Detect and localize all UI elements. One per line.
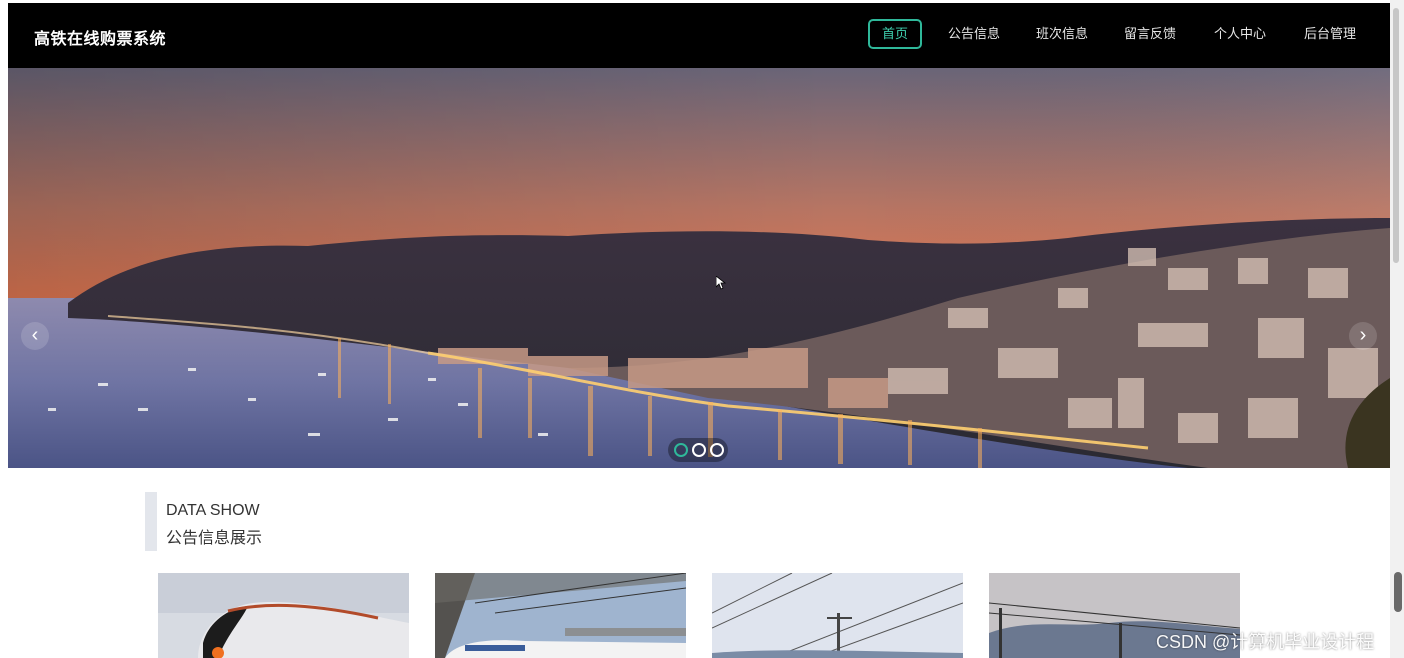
- carousel-indicators: [668, 438, 728, 462]
- scrollbar-thumb[interactable]: [1393, 8, 1399, 263]
- hero-carousel[interactable]: ‹ ›: [8, 68, 1390, 468]
- carousel-dot-2[interactable]: [692, 443, 706, 457]
- nav-item-announcements[interactable]: 公告信息: [944, 19, 1004, 49]
- chevron-left-icon: ‹: [31, 324, 39, 346]
- railway-lines-photo: [712, 573, 963, 658]
- scrollbar-handle[interactable]: [1394, 572, 1402, 612]
- top-navbar: 高铁在线购票系统 首页 公告信息 班次信息 留言反馈 个人中心 后台管理: [8, 3, 1390, 68]
- announcement-card-3[interactable]: [712, 573, 963, 658]
- hero-slide-image: [8, 68, 1390, 468]
- carousel-next-button[interactable]: ›: [1349, 322, 1377, 350]
- mouse-cursor-icon: [716, 276, 726, 290]
- section-title-cn: 公告信息展示: [166, 530, 263, 547]
- train-station-photo: [435, 573, 686, 658]
- nav-item-profile[interactable]: 个人中心: [1210, 19, 1270, 49]
- window-left-edge: [0, 0, 8, 658]
- nav-item-admin[interactable]: 后台管理: [1300, 19, 1360, 49]
- train-front-photo: [158, 573, 409, 658]
- chevron-right-icon: ›: [1359, 324, 1367, 346]
- carousel-dot-3[interactable]: [710, 443, 724, 457]
- nav-item-schedules[interactable]: 班次信息: [1032, 19, 1092, 49]
- announcement-card-2[interactable]: [435, 573, 686, 658]
- site-brand[interactable]: 高铁在线购票系统: [34, 25, 166, 49]
- carousel-dot-1[interactable]: [674, 443, 688, 457]
- csdn-watermark: CSDN @计算机毕业设计程: [1156, 632, 1375, 652]
- section-accent-bar: [145, 492, 157, 551]
- nav-item-feedback[interactable]: 留言反馈: [1120, 19, 1180, 49]
- section-title-en: DATA SHOW: [166, 502, 260, 519]
- announcement-card-1[interactable]: [158, 573, 409, 658]
- nav-item-home[interactable]: 首页: [868, 19, 922, 49]
- carousel-prev-button[interactable]: ‹: [21, 322, 49, 350]
